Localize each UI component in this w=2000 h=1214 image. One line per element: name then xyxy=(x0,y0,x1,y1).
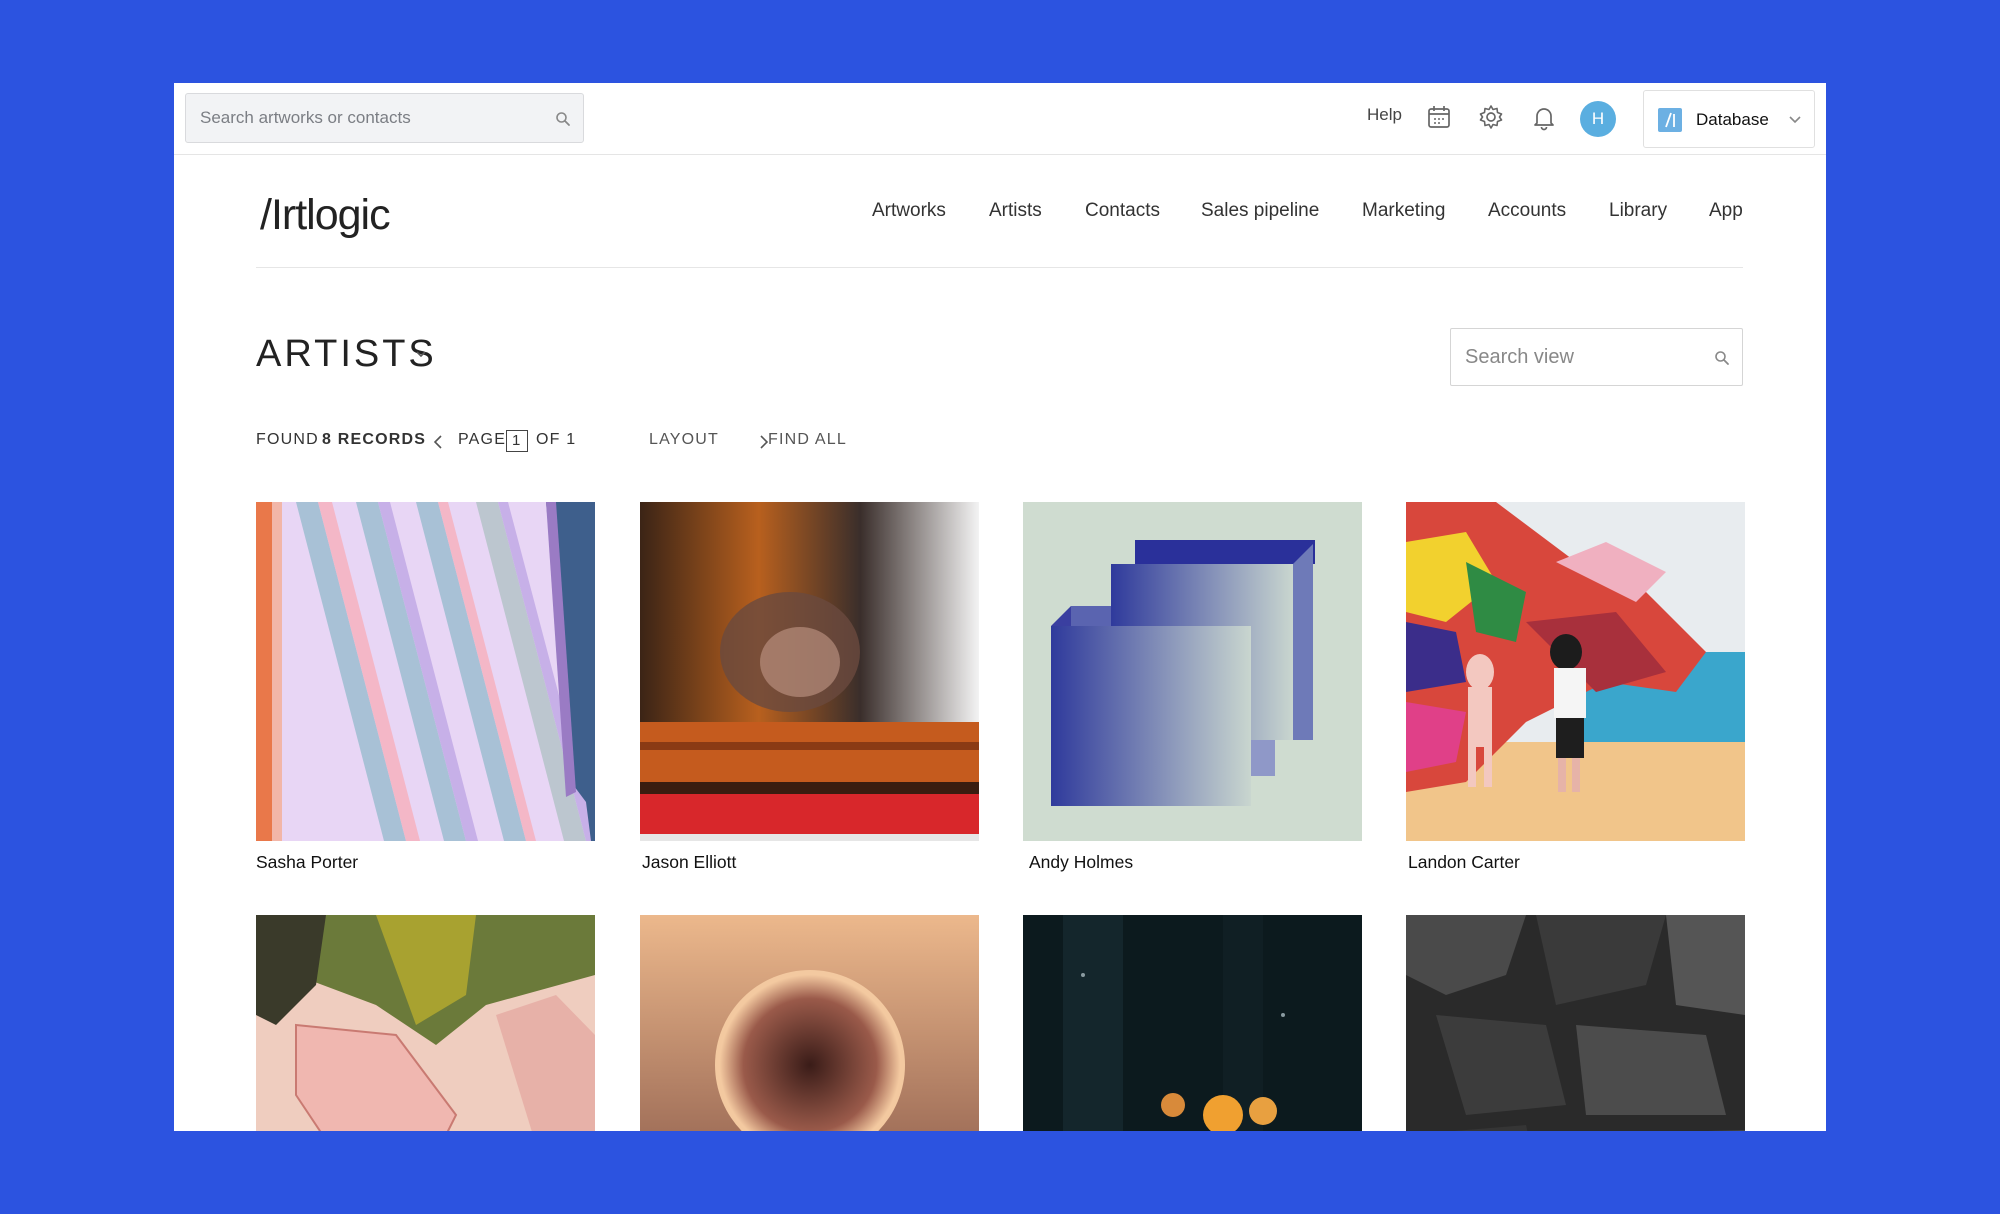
chevron-down-icon[interactable] xyxy=(414,347,428,361)
page-label: PAGE xyxy=(458,431,507,448)
nav-item-artworks[interactable]: Artworks xyxy=(872,200,946,222)
records-bar: FOUND 8 RECORDS PAGE 1 OF 1 LAYOUT FIND … xyxy=(256,430,1056,455)
calendar-icon[interactable] xyxy=(1425,103,1453,131)
record-count: 8 RECORDS xyxy=(322,431,427,448)
global-search-box[interactable] xyxy=(185,93,584,143)
artwork-image[interactable] xyxy=(1406,915,1745,1131)
find-all-button[interactable]: FIND ALL xyxy=(768,431,847,449)
chevron-down-icon xyxy=(1789,116,1801,124)
page-of-label: OF 1 xyxy=(536,431,577,448)
search-icon[interactable] xyxy=(1714,350,1730,366)
nav-item-accounts[interactable]: Accounts xyxy=(1488,200,1566,222)
nav-item-library[interactable]: Library xyxy=(1609,200,1667,222)
view-search-input[interactable] xyxy=(1451,329,1742,385)
artist-name[interactable]: Sasha Porter xyxy=(256,852,358,873)
artwork-image[interactable] xyxy=(640,915,979,1131)
artist-name[interactable]: Jason Elliott xyxy=(642,852,736,873)
artwork-image[interactable] xyxy=(640,502,979,841)
nav-divider xyxy=(256,267,1743,268)
page-title[interactable]: ARTISTS xyxy=(256,333,437,376)
search-icon[interactable] xyxy=(555,111,571,127)
artist-name[interactable]: Andy Holmes xyxy=(1029,852,1133,873)
nav-item-sales-pipeline[interactable]: Sales pipeline xyxy=(1201,200,1319,222)
artwork-image[interactable] xyxy=(256,502,595,841)
chevron-left-icon[interactable] xyxy=(432,434,444,450)
nav-item-artists[interactable]: Artists xyxy=(989,200,1042,222)
database-switcher[interactable]: Database xyxy=(1643,90,1815,148)
top-bar: Help H Database xyxy=(174,83,1826,155)
view-search-box[interactable] xyxy=(1450,328,1743,386)
gear-icon[interactable] xyxy=(1477,103,1505,131)
found-label: FOUND xyxy=(256,431,319,448)
artwork-image[interactable] xyxy=(1023,915,1362,1131)
user-avatar[interactable]: H xyxy=(1580,101,1616,137)
artist-name[interactable]: Landon Carter xyxy=(1408,852,1520,873)
nav-item-contacts[interactable]: Contacts xyxy=(1085,200,1160,222)
app-logo-icon xyxy=(1658,108,1682,132)
main-nav: Artworks Artists Contacts Sales pipeline… xyxy=(174,200,1826,230)
bell-icon[interactable] xyxy=(1530,103,1558,131)
artwork-image[interactable] xyxy=(1406,502,1745,841)
global-search-input[interactable] xyxy=(186,94,583,142)
artwork-image[interactable] xyxy=(1023,502,1362,841)
layout-button[interactable]: LAYOUT xyxy=(649,431,719,449)
artwork-image[interactable] xyxy=(256,915,595,1131)
nav-item-app[interactable]: App xyxy=(1709,200,1743,222)
page-number-input[interactable]: 1 xyxy=(506,430,528,452)
app-window: Help H Database xyxy=(174,83,1826,1131)
nav-item-marketing[interactable]: Marketing xyxy=(1362,200,1445,222)
help-link[interactable]: Help xyxy=(1367,105,1402,125)
database-label: Database xyxy=(1696,110,1769,129)
